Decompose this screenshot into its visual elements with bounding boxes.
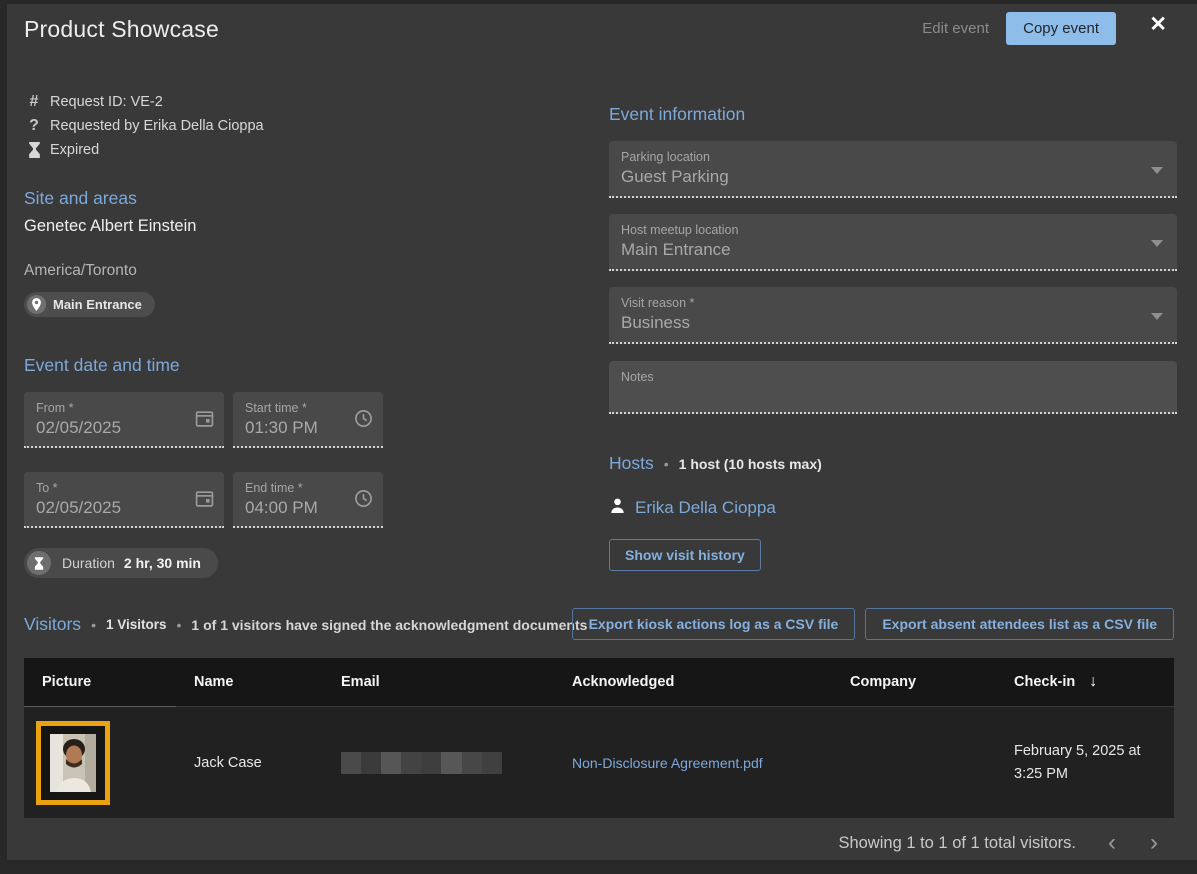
column-header-email[interactable]: Email: [323, 658, 554, 706]
hosts-heading: Hosts: [609, 453, 654, 474]
visitors-count: 1 Visitors: [106, 617, 167, 632]
visitor-photo[interactable]: [36, 721, 110, 805]
bullet-separator: •: [664, 456, 669, 472]
next-page-icon[interactable]: ›: [1148, 831, 1160, 855]
duration-value: 2 hr, 30 min: [124, 555, 201, 571]
calendar-icon: [195, 409, 214, 433]
column-header-acknowledged[interactable]: Acknowledged: [554, 658, 832, 706]
event-meta: # Request ID: VE-2 ? Requested by Erika …: [24, 90, 264, 162]
host-item: Erika Della Cioppa: [609, 497, 1177, 519]
export-absent-list-button[interactable]: Export absent attendees list as a CSV fi…: [865, 608, 1174, 640]
duration-badge: Duration 2 hr, 30 min: [24, 548, 218, 578]
requested-by-row: ? Requested by Erika Della Cioppa: [24, 114, 264, 138]
host-meetup-location-select[interactable]: Host meetup location Main Entrance: [609, 214, 1177, 271]
visitor-portrait-image: [50, 734, 96, 792]
copy-event-button[interactable]: Copy event: [1006, 12, 1116, 45]
site-name: Genetec Albert Einstein: [24, 217, 544, 236]
start-time-label: Start time *: [245, 401, 371, 415]
visitor-checkin: February 5, 2025 at 3:25 PM: [996, 707, 1174, 818]
site-and-areas-heading: Site and areas: [24, 188, 544, 209]
person-icon: [609, 497, 626, 519]
column-header-picture[interactable]: Picture: [24, 658, 176, 706]
to-date-value: 02/05/2025: [36, 498, 212, 518]
start-time-value: 01:30 PM: [245, 418, 371, 438]
pagination: Showing 1 to 1 of 1 total visitors. ‹ ›: [24, 827, 1174, 859]
from-date-field[interactable]: From * 02/05/2025: [24, 392, 224, 448]
column-header-company[interactable]: Company: [832, 658, 996, 706]
hourglass-icon: [27, 551, 51, 575]
visitors-signed-status: 1 of 1 visitors have signed the acknowle…: [191, 617, 587, 633]
export-kiosk-log-button[interactable]: Export kiosk actions log as a CSV file: [572, 608, 856, 640]
status-badge: Expired: [50, 142, 99, 158]
visitor-company: [832, 707, 996, 818]
request-id-row: # Request ID: VE-2: [24, 90, 264, 114]
parking-location-label: Parking location: [621, 150, 1165, 164]
visitors-table: Picture Name Email Acknowledged Company …: [24, 658, 1174, 818]
event-datetime-fields: From * 02/05/2025 Start time * 01:30 PM …: [24, 392, 544, 528]
visitor-picture-cell: [24, 707, 176, 818]
hash-icon: #: [24, 93, 44, 111]
requested-by: Requested by Erika Della Cioppa: [50, 118, 264, 134]
hourglass-icon: [24, 142, 44, 158]
calendar-icon: [195, 489, 214, 513]
host-meetup-location-value: Main Entrance: [621, 240, 1165, 260]
event-datetime-heading: Event date and time: [24, 355, 544, 376]
visitor-name: Jack Case: [176, 707, 323, 818]
redacted-email: [341, 752, 502, 774]
area-chip: Main Entrance: [24, 292, 155, 317]
to-date-label: To *: [36, 481, 212, 495]
page-title: Product Showcase: [24, 16, 219, 43]
area-chip-label: Main Entrance: [53, 297, 142, 312]
chevron-down-icon: [1151, 313, 1163, 320]
request-id: Request ID: VE-2: [50, 94, 163, 110]
duration-label: Duration: [62, 555, 115, 571]
visit-reason-label: Visit reason *: [621, 296, 1165, 310]
previous-page-icon[interactable]: ‹: [1106, 831, 1118, 855]
visitor-email-cell: [323, 707, 554, 818]
bullet-separator: •: [91, 617, 96, 633]
location-pin-icon: [27, 295, 46, 314]
from-date-label: From *: [36, 401, 212, 415]
sort-descending-icon[interactable]: ↓: [1089, 673, 1097, 691]
visit-reason-select[interactable]: Visit reason * Business: [609, 287, 1177, 344]
from-date-value: 02/05/2025: [36, 418, 212, 438]
notes-placeholder: Notes: [621, 370, 1165, 384]
bullet-separator: •: [177, 617, 182, 633]
chevron-down-icon: [1151, 240, 1163, 247]
end-time-value: 04:00 PM: [245, 498, 371, 518]
visitor-acknowledged-cell: Non-Disclosure Agreement.pdf: [554, 707, 832, 818]
clock-icon: [354, 409, 373, 433]
parking-location-select[interactable]: Parking location Guest Parking: [609, 141, 1177, 198]
parking-location-value: Guest Parking: [621, 167, 1165, 187]
visitors-heading: Visitors: [24, 614, 81, 635]
start-time-field[interactable]: Start time * 01:30 PM: [233, 392, 383, 448]
column-header-name[interactable]: Name: [176, 658, 323, 706]
visit-reason-value: Business: [621, 313, 1165, 333]
show-visit-history-button[interactable]: Show visit history: [609, 539, 761, 571]
table-row[interactable]: Jack Case Non-Disclosure Agreement.pdf F…: [24, 706, 1174, 818]
end-time-field[interactable]: End time * 04:00 PM: [233, 472, 383, 528]
end-time-label: End time *: [245, 481, 371, 495]
close-icon[interactable]: ✕: [1149, 14, 1167, 35]
edit-event-button[interactable]: Edit event: [922, 20, 989, 37]
pagination-summary: Showing 1 to 1 of 1 total visitors.: [838, 834, 1076, 853]
visitors-table-header: Picture Name Email Acknowledged Company …: [24, 658, 1174, 706]
host-meetup-location-label: Host meetup location: [621, 223, 1165, 237]
acknowledged-document-link[interactable]: Non-Disclosure Agreement.pdf: [572, 755, 763, 771]
to-date-field[interactable]: To * 02/05/2025: [24, 472, 224, 528]
hosts-summary: 1 host (10 hosts max): [679, 456, 822, 472]
chevron-down-icon: [1151, 167, 1163, 174]
event-information-heading: Event information: [609, 104, 1177, 125]
event-details-modal: Product Showcase Edit event Copy event ✕…: [7, 4, 1197, 860]
clock-icon: [354, 489, 373, 513]
notes-textarea[interactable]: Notes: [609, 361, 1177, 414]
question-icon: ?: [24, 117, 44, 135]
timezone: America/Toronto: [24, 262, 544, 280]
status-row: Expired: [24, 138, 264, 162]
host-name-link[interactable]: Erika Della Cioppa: [635, 498, 776, 518]
column-header-checkin[interactable]: Check-in ↓: [996, 658, 1174, 706]
